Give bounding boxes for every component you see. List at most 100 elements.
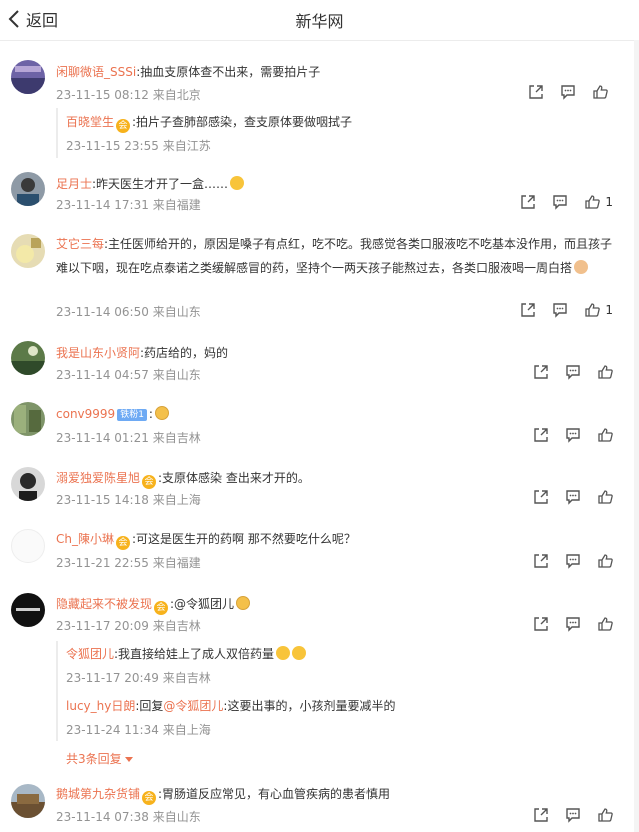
comment-button[interactable] <box>552 302 568 318</box>
more-replies-label: 共3条回复 <box>66 752 122 766</box>
more-replies-link[interactable]: 共3条回复 <box>66 750 133 767</box>
reply-username[interactable]: 令狐团儿 <box>66 647 114 661</box>
like-button[interactable] <box>597 553 613 569</box>
username[interactable]: 我是山东小贤阿 <box>56 346 140 360</box>
scrollbar[interactable] <box>634 40 639 832</box>
location: 来自吉林 <box>152 619 201 633</box>
share-button[interactable] <box>533 807 549 823</box>
location: 来自福建 <box>152 198 201 212</box>
member-badge-icon: 会 <box>116 119 131 133</box>
comment-button[interactable] <box>565 807 581 823</box>
like-icon <box>592 84 608 100</box>
reply-text: :拍片子查肺部感染，查支原体要做咽拭子 <box>132 115 353 129</box>
fox-emoji-icon <box>236 596 251 610</box>
username[interactable]: 鹅城第九杂货铺 <box>56 787 140 801</box>
avatar[interactable] <box>11 402 45 436</box>
comment-actions <box>517 427 613 443</box>
share-button[interactable] <box>528 84 544 100</box>
like-icon <box>597 807 613 823</box>
comment-text: : <box>148 407 153 421</box>
comment-button[interactable] <box>552 194 568 210</box>
comment-button[interactable] <box>565 553 581 569</box>
like-button[interactable] <box>597 616 613 632</box>
comment-actions <box>517 489 613 505</box>
avatar[interactable] <box>11 60 45 94</box>
comment-button[interactable] <box>560 84 576 100</box>
avatar[interactable] <box>11 593 45 627</box>
reply-item: lucy_hy日朗:回复@令狐团儿:这要出事的，小孩剂量要减半的 <box>66 697 395 715</box>
comment-button[interactable] <box>565 489 581 505</box>
share-button[interactable] <box>533 553 549 569</box>
comment-button[interactable] <box>565 364 581 380</box>
avatar[interactable] <box>11 341 45 375</box>
reply-word: :回复 <box>135 699 164 713</box>
share-icon <box>533 553 549 569</box>
emoji-icon <box>292 646 307 660</box>
comment-text: :药店给的，妈的 <box>140 346 229 360</box>
avatar[interactable] <box>11 467 45 501</box>
reply-username[interactable]: lucy_hy日朗 <box>66 699 135 713</box>
comment-actions <box>517 364 613 380</box>
like-button[interactable]: 1 <box>584 302 613 318</box>
comment-text: :抽血支原体查不出来，需要拍片子 <box>136 65 321 79</box>
fan-tag: 铁粉1 <box>117 409 147 421</box>
comment-icon <box>552 302 568 318</box>
location: 来自山东 <box>152 810 201 824</box>
like-button[interactable]: 1 <box>584 194 613 210</box>
username[interactable]: 闲聊微语_SSSi <box>56 65 136 79</box>
reply-item: 令狐团儿:我直接给娃上了成人双倍药量 <box>66 645 307 663</box>
share-button[interactable] <box>533 427 549 443</box>
member-badge-icon: 会 <box>154 601 169 615</box>
like-button[interactable] <box>597 364 613 380</box>
share-button[interactable] <box>533 364 549 380</box>
comment-actions: 1 <box>504 194 613 210</box>
comment-text: :昨天医生才开了一盒…… <box>92 177 229 191</box>
username[interactable]: 艾它三每 <box>56 237 104 251</box>
timestamp: 23-11-15 08:12 <box>56 88 149 102</box>
share-icon <box>520 302 536 318</box>
chevron-down-icon <box>124 757 133 762</box>
share-button[interactable] <box>533 489 549 505</box>
comment-button[interactable] <box>565 427 581 443</box>
share-button[interactable] <box>520 194 536 210</box>
like-button[interactable] <box>597 427 613 443</box>
comment-actions <box>517 553 613 569</box>
share-button[interactable] <box>533 616 549 632</box>
like-button[interactable] <box>592 84 613 100</box>
reply-timestamp: 23-11-15 23:55 <box>66 139 159 153</box>
username[interactable]: 足月士 <box>56 177 92 191</box>
timestamp: 23-11-17 20:09 <box>56 619 149 633</box>
username[interactable]: 隐藏起来不被发现 <box>56 597 152 611</box>
avatar[interactable] <box>11 172 45 206</box>
timestamp: 23-11-14 04:57 <box>56 368 149 382</box>
username[interactable]: conv9999 <box>56 407 115 421</box>
comment-icon <box>565 364 581 380</box>
reply-location: 来自上海 <box>162 723 211 737</box>
like-icon <box>597 553 613 569</box>
like-icon <box>584 302 601 318</box>
share-icon <box>528 84 544 100</box>
username[interactable]: 溺爱独爱陈星旭 <box>56 471 140 485</box>
like-icon <box>597 427 613 443</box>
avatar[interactable] <box>11 784 45 818</box>
comment-text: :胃肠道反应常见，有心血管疾病的患者慎用 <box>158 787 391 801</box>
comment-actions <box>512 84 613 100</box>
like-count: 1 <box>605 195 613 209</box>
reply-location: 来自江苏 <box>162 139 211 153</box>
username[interactable]: Ch_陳小琳 <box>56 532 114 546</box>
avatar[interactable] <box>11 234 45 268</box>
reply-username[interactable]: 百晓堂生 <box>66 115 114 129</box>
comment-icon <box>565 807 581 823</box>
avatar[interactable] <box>11 529 45 563</box>
page-title: 新华网 <box>295 12 344 31</box>
comment-button[interactable] <box>565 616 581 632</box>
comment-actions: 1 <box>504 302 613 318</box>
like-button[interactable] <box>597 489 613 505</box>
share-button[interactable] <box>520 302 536 318</box>
like-button[interactable] <box>597 807 613 823</box>
comment-text: :支原体感染 查出来才开的。 <box>158 471 310 485</box>
mention-link[interactable]: @令狐团儿 <box>163 699 223 713</box>
comment-text: :可这是医生开的药啊 那不然要吃什么呢？ <box>132 532 356 546</box>
location: 来自北京 <box>152 88 201 102</box>
timestamp: 23-11-14 01:21 <box>56 431 149 445</box>
